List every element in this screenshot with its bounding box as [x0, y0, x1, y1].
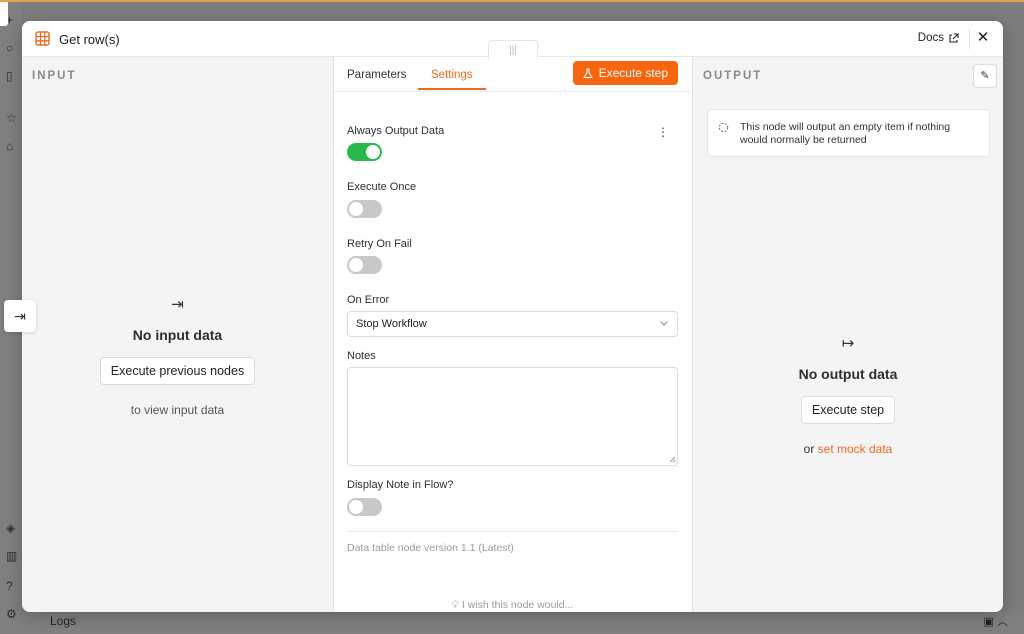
docs-label: Docs: [917, 32, 944, 44]
input-empty-title: No input data: [132, 327, 223, 343]
home-icon[interactable]: ⌂: [6, 140, 18, 152]
on-error-value: Stop Workflow: [356, 318, 427, 330]
lightbulb-icon: 💡︎: [451, 599, 459, 611]
close-icon: ✕: [976, 29, 990, 46]
feedback-label: I wish this node would...: [461, 599, 574, 611]
execute-previous-nodes-button[interactable]: Execute previous nodes: [99, 357, 256, 385]
templates-icon[interactable]: ◈: [6, 522, 18, 534]
settings-icon[interactable]: ⚙: [6, 608, 18, 620]
display-note-label: Display Note in Flow?: [347, 479, 454, 491]
input-panel-label: INPUT: [32, 70, 77, 82]
sparkles-icon[interactable]: ☆: [6, 112, 18, 124]
node-version-text: Data table node version 1.1 (Latest): [347, 542, 514, 554]
logs-bar[interactable]: [22, 612, 1024, 634]
help-icon[interactable]: ?: [6, 580, 18, 592]
close-button[interactable]: ✕: [976, 30, 990, 46]
top-accent-line: [0, 0, 1024, 2]
insights-icon[interactable]: ▥: [6, 550, 18, 562]
set-mock-data-link[interactable]: set mock data: [818, 442, 893, 456]
execute-once-label: Execute Once: [347, 181, 417, 193]
input-empty-state: ⇥ No input data Execute previous nodes t…: [22, 295, 333, 417]
execute-step-label: Execute step: [598, 66, 668, 80]
output-empty-title: No output data: [798, 366, 898, 382]
node-details-modal: Get row(s) Docs ✕ ||| INPUT ⇥ No input d…: [22, 21, 1003, 612]
execute-step-output-button[interactable]: Execute step: [800, 396, 896, 424]
notes-label: Notes: [347, 350, 376, 362]
chevron-down-icon: [660, 321, 668, 326]
on-error-select[interactable]: Stop Workflow: [347, 311, 678, 337]
background-tab: [0, 2, 8, 26]
retry-on-fail-label: Retry On Fail: [347, 238, 412, 250]
execute-once-toggle[interactable]: [347, 200, 382, 218]
always-output-data-toggle[interactable]: [347, 143, 382, 161]
resize-grip-icon[interactable]: [669, 456, 676, 463]
display-note-toggle[interactable]: [347, 498, 382, 516]
output-panel-label: OUTPUT: [703, 70, 763, 82]
arrow-into-bar-icon: ⇥: [14, 308, 26, 324]
toggle-input-panel-button[interactable]: ⇥: [4, 300, 36, 332]
always-output-data-label: Always Output Data: [347, 125, 445, 137]
execute-step-button[interactable]: Execute step: [572, 61, 678, 85]
arrow-out-of-bar-icon: ↦: [841, 335, 855, 352]
input-empty-subtext: to view input data: [130, 403, 225, 417]
input-panel: INPUT ⇥ No input data Execute previous n…: [22, 57, 334, 612]
logs-toggle-icon[interactable]: ▣ ︿: [984, 613, 1008, 629]
header-divider: [969, 29, 970, 49]
external-link-icon: [949, 32, 959, 43]
on-error-label: On Error: [347, 294, 390, 306]
pencil-icon: ✎: [980, 70, 990, 82]
output-panel: OUTPUT ✎ This node will output an empty …: [692, 57, 1003, 612]
empty-item-icon: [718, 122, 729, 133]
notes-textarea[interactable]: [347, 367, 678, 466]
tab-settings[interactable]: Settings: [431, 69, 473, 81]
output-info-card: This node will output an empty item if n…: [707, 109, 990, 157]
edit-output-button[interactable]: ✎: [973, 64, 997, 88]
output-empty-state: ↦ No output data Execute step or set moc…: [693, 334, 1003, 456]
mock-data-line: or set mock data: [693, 442, 1003, 456]
active-tab-indicator: [418, 88, 486, 90]
table-icon: [35, 31, 50, 46]
retry-on-fail-toggle[interactable]: [347, 256, 382, 274]
node-tabs: Parameters Settings Execute step: [334, 57, 691, 92]
settings-divider: [347, 531, 678, 532]
output-info-text: This node will output an empty item if n…: [740, 121, 951, 146]
tab-parameters[interactable]: Parameters: [347, 69, 406, 81]
search-icon[interactable]: ○: [6, 42, 18, 54]
more-options-icon[interactable]: ⋮: [657, 125, 669, 139]
panel-icon[interactable]: ▯: [6, 70, 18, 82]
feedback-link[interactable]: 💡︎ I wish this node would...: [334, 599, 691, 612]
arrow-into-bar-icon: ⇥: [171, 296, 184, 313]
node-title: Get row(s): [59, 32, 120, 47]
settings-panel: Parameters Settings Execute step Always …: [334, 57, 691, 612]
flask-icon: [582, 67, 593, 78]
mock-prefix: or: [803, 442, 815, 456]
logs-label[interactable]: Logs: [50, 614, 76, 628]
panel-drag-handle[interactable]: |||: [488, 40, 538, 59]
docs-link[interactable]: Docs: [918, 32, 959, 44]
